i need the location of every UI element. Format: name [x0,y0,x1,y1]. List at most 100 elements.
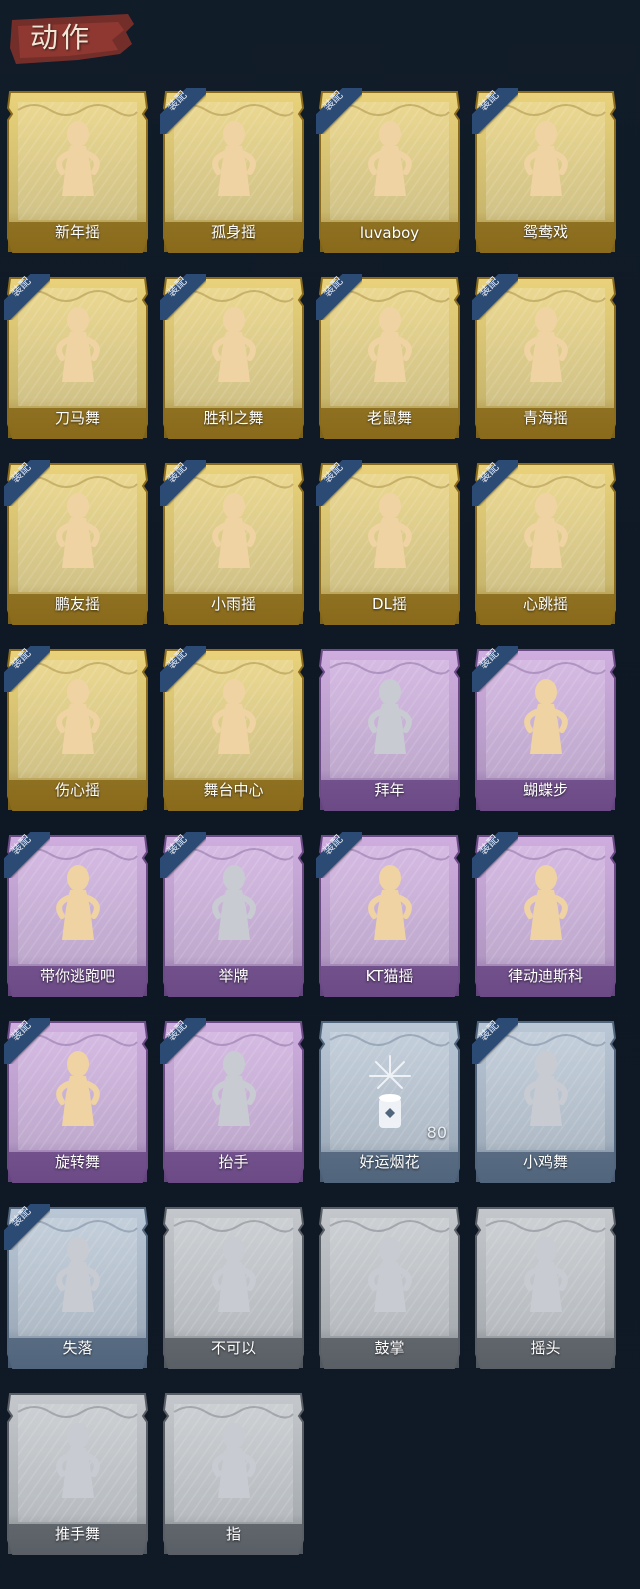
equipped-badge: 装配 [160,1018,206,1064]
firework-icon [369,1055,411,1128]
figure-gray-icon [368,679,412,754]
emote-card[interactable]: 装配鸳鸯戏 [472,88,619,256]
emote-name: 不可以 [210,1339,256,1357]
emote-name: 小雨摇 [210,595,256,613]
equipped-badge: 装配 [472,832,518,878]
equipped-badge: 装配 [4,1204,50,1250]
emote-card[interactable]: 装配 luvaboy [316,88,463,256]
equipped-badge: 装配 [472,460,518,506]
emote-name: 鼓掌 [374,1339,405,1357]
equipped-badge: 装配 [316,274,362,320]
emote-name: 律动迪斯科 [507,967,583,985]
emote-card[interactable]: 装配舞台中心 [160,646,307,814]
emote-name: 鸳鸯戏 [522,223,568,241]
figure-gold-icon [212,307,256,382]
emote-name: 小鸡舞 [522,1153,568,1171]
emote-card[interactable]: 拜年 [316,646,463,814]
emote-card[interactable]: 指 [160,1390,307,1558]
emote-card[interactable]: 80 好运烟花 [316,1018,463,1186]
emote-card[interactable]: 装配伤心摇 [4,646,151,814]
emote-card[interactable]: 装配 胜利之舞 [160,274,307,442]
equipped-badge: 装配 [472,88,518,134]
emote-name: 伤心摇 [54,781,100,799]
equipped-badge: 装配 [160,646,206,692]
emote-card[interactable]: 鼓掌 [316,1204,463,1372]
figure-gold-icon [56,493,100,568]
figure-gray-icon [524,1051,568,1126]
emote-card[interactable]: 装配蝴蝶步 [472,646,619,814]
emote-card[interactable]: 不可以 [160,1204,307,1372]
emote-name: 推手舞 [54,1525,100,1543]
equipped-badge: 装配 [4,460,50,506]
emote-name: KT猫摇 [365,967,414,985]
emote-card[interactable]: 装配小雨摇 [160,460,307,628]
emote-card[interactable]: 推手舞 [4,1390,151,1558]
equipped-badge: 装配 [316,460,362,506]
emote-name: 胜利之舞 [203,409,264,427]
equipped-badge: 装配 [160,88,206,134]
figure-gold-icon [56,865,100,940]
equipped-badge: 装配 [472,274,518,320]
emote-name: 蝴蝶步 [522,781,568,799]
emote-card[interactable]: 装配失落 [4,1204,151,1372]
emote-card[interactable]: 装配 DL摇 [316,460,463,628]
figure-gray-icon [212,1423,256,1498]
figure-gold-icon [56,121,100,196]
emote-name: 失落 [62,1339,93,1357]
emote-name: 老鼠舞 [366,409,412,427]
equipped-badge: 装配 [316,88,362,134]
figure-gold-icon [212,493,256,568]
figure-gold-icon [524,493,568,568]
emote-name: 举牌 [218,967,249,985]
figure-gold-icon [212,679,256,754]
figure-gold-icon [524,121,568,196]
emote-card[interactable]: 装配 KT猫摇 [316,832,463,1000]
equipped-badge: 装配 [4,646,50,692]
equipped-badge: 装配 [472,646,518,692]
emote-card[interactable]: 装配抬手 [160,1018,307,1186]
figure-gray-icon [56,1237,100,1312]
figure-gold-icon [368,865,412,940]
figure-gray-icon [56,1423,100,1498]
emote-card[interactable]: 新年摇 [4,88,151,256]
emote-card[interactable]: 装配 刀马舞 [4,274,151,442]
emote-card[interactable]: 装配鹏友摇 [4,460,151,628]
emote-name: 摇头 [530,1339,561,1357]
emote-name: 刀马舞 [54,409,100,427]
emote-name: 抬手 [218,1153,249,1171]
emote-name: 指 [225,1525,241,1543]
figure-gold-icon [368,493,412,568]
emote-name: 好运烟花 [359,1153,420,1171]
emote-name: 舞台中心 [203,781,264,799]
emote-card[interactable]: 装配老鼠舞 [316,274,463,442]
figure-gold-icon [524,679,568,754]
emote-card[interactable]: 装配举牌 [160,832,307,1000]
item-count: 80 [426,1123,447,1142]
emote-name: 心跳摇 [522,595,568,613]
emote-name: 青海摇 [522,409,568,427]
figure-gold-icon [368,121,412,196]
figure-gray-icon [212,1237,256,1312]
emote-name: 鹏友摇 [54,595,100,613]
emote-card[interactable]: 装配 带你逃跑吧 [4,832,151,1000]
emote-name: luvaboy [359,224,420,242]
emote-page: 动作 新年摇 装配 孤身摇 装配 luvaboy 装配 鸳鸯戏 装配 刀马舞 装配 胜利之舞 装配 老鼠… [0,0,640,1589]
emote-card[interactable]: 装配律动迪斯科 [472,832,619,1000]
figure-gray-icon [524,1237,568,1312]
emote-name: DL摇 [372,595,407,613]
figure-gold-icon [212,121,256,196]
emote-card[interactable]: 装配青海摇 [472,274,619,442]
figure-gold-icon [368,307,412,382]
emote-card[interactable]: 装配 孤身摇 [160,88,307,256]
emote-card[interactable]: 装配旋转舞 [4,1018,151,1186]
equipped-badge: 装配 [4,832,50,878]
emote-card[interactable]: 摇头 [472,1204,619,1372]
equipped-badge: 装配 [160,460,206,506]
emote-name: 旋转舞 [54,1153,100,1171]
figure-gray-icon [368,1237,412,1312]
equipped-badge: 装配 [160,832,206,878]
emote-card[interactable]: 装配 小鸡舞 [472,1018,619,1186]
emote-card[interactable]: 装配心跳摇 [472,460,619,628]
figure-gold-icon [56,679,100,754]
equipped-badge: 装配 [4,1018,50,1064]
